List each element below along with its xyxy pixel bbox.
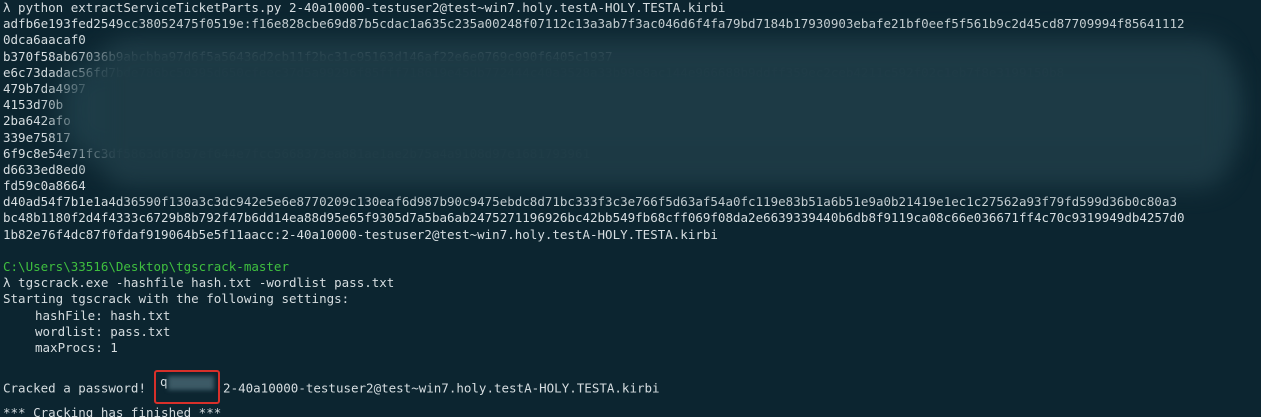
finished-message: *** Cracking has finished *** — [3, 404, 222, 417]
password-highlight-box: q — [154, 370, 220, 405]
setting-maxprocs: maxProcs: 1 — [35, 339, 118, 355]
hash-line: adfb6e193fed2549cc38052475f0519e:f16e828… — [3, 16, 1185, 32]
terminal-window[interactable]: λ python extractServiceTicketParts.py 2-… — [0, 0, 1261, 417]
command-line-extract: λ python extractServiceTicketParts.py 2-… — [3, 0, 726, 15]
cracked-prefix: Cracked a password! — [3, 380, 146, 396]
hash-line: bc48b1180f2d4f4333c6729b8b792f47b6dd14ea… — [3, 210, 1185, 226]
hash-line: 1b82e76f4dc87f0fdaf919064b5e5f11aacc:2-4… — [3, 226, 718, 242]
cracked-suffix: :2-40a10000-testuser2@test~win7.holy.tes… — [215, 380, 660, 396]
setting-hashfile: hashFile: hash.txt — [35, 307, 171, 323]
cracked-password-line: Cracked a password! q :2-40a10000-testuser… — [3, 370, 1261, 405]
redaction-blur — [100, 38, 1230, 188]
command-line-tgscrack: λ tgscrack.exe -hashfile hash.txt -wordl… — [3, 275, 395, 291]
setting-wordlist: wordlist: pass.txt — [35, 323, 171, 339]
password-visible-char: q — [160, 374, 168, 390]
password-redaction — [167, 375, 214, 390]
current-directory: C:\Users\33516\Desktop\tgscrack-master — [3, 259, 289, 274]
hash-line: d40ad54f7b1e1a4d36590f130a3c3dc942e5e6e8… — [3, 194, 1177, 210]
starting-message: Starting tgscrack with the following set… — [3, 291, 350, 307]
